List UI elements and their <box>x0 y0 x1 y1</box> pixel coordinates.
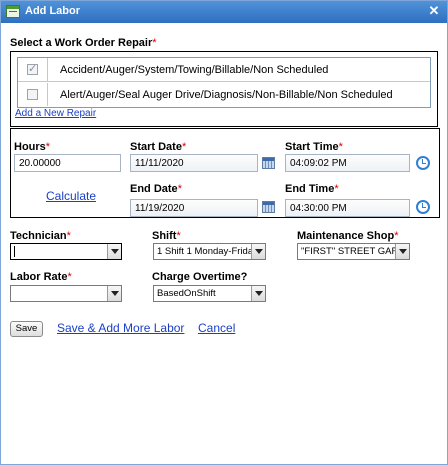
required-mark: * <box>334 183 339 195</box>
required-mark: * <box>181 141 187 153</box>
charge-overtime-label: Charge Overtime? <box>152 271 247 283</box>
add-labor-icon <box>6 5 20 18</box>
start-date-label: Start Date* <box>130 141 186 153</box>
charge-overtime-select[interactable]: BasedOnShift <box>153 285 266 302</box>
hours-label: Hours* <box>14 141 50 153</box>
end-date-label: End Date* <box>130 183 182 195</box>
calculate-link[interactable]: Calculate <box>46 189 96 203</box>
repair-row-text: Alert/Auger/Seal Auger Drive/Diagnosis/N… <box>60 89 393 101</box>
end-time-label: End Time* <box>285 183 339 195</box>
time-section: Hours* 20.00000 Calculate Start Date* 11… <box>10 128 440 218</box>
text-caret <box>14 246 15 257</box>
repair-checkbox-cell <box>18 83 48 106</box>
required-mark: * <box>176 230 181 242</box>
technician-select[interactable] <box>10 243 122 260</box>
cancel-link[interactable]: Cancel <box>198 321 235 335</box>
shift-value: 1 Shift 1 Monday-Frida <box>157 246 251 257</box>
save-add-more-labor-link[interactable]: Save & Add More Labor <box>57 321 184 335</box>
calendar-icon[interactable] <box>262 157 275 169</box>
repair-checkbox[interactable] <box>27 62 38 75</box>
required-mark: * <box>177 183 182 195</box>
save-button[interactable]: Save <box>10 321 43 337</box>
shift-label: Shift* <box>152 230 181 242</box>
repair-section-label-text: Select a Work Order Repair <box>10 37 153 49</box>
shift-label-text: Shift <box>152 230 177 242</box>
required-mark: * <box>338 141 343 153</box>
end-date-label-text: End Date <box>130 183 178 195</box>
required-mark: * <box>152 37 157 49</box>
charge-overtime-label-text: Charge Overtime? <box>152 271 248 283</box>
maintenance-shop-label-text: Maintenance Shop <box>297 230 395 242</box>
maintenance-shop-value: "FIRST" STREET GARAG <box>301 246 395 257</box>
technician-label-text: Technician <box>10 230 67 242</box>
required-mark: * <box>394 230 399 242</box>
repair-checkbox[interactable] <box>27 89 38 100</box>
start-time-input[interactable]: 04:09:02 PM <box>285 154 410 172</box>
required-mark: * <box>67 271 72 283</box>
end-time-input[interactable]: 04:30:00 PM <box>285 199 410 217</box>
repair-checkbox-cell <box>18 58 48 81</box>
repair-list: Accident/Auger/System/Towing/Billable/No… <box>17 57 431 108</box>
chevron-down-icon[interactable] <box>107 286 121 301</box>
repair-section: Accident/Auger/System/Towing/Billable/No… <box>10 51 438 127</box>
chevron-down-icon[interactable] <box>107 244 121 259</box>
chevron-down-icon[interactable] <box>251 244 265 259</box>
chevron-down-icon[interactable] <box>395 244 409 259</box>
add-new-repair-link[interactable]: Add a New Repair <box>15 108 96 119</box>
start-date-label-text: Start Date <box>130 141 182 153</box>
maintenance-shop-select[interactable]: "FIRST" STREET GARAG <box>297 243 410 260</box>
repair-section-label: Select a Work Order Repair* <box>10 37 157 49</box>
hours-label-text: Hours <box>14 141 46 153</box>
start-time-label: Start Time* <box>285 141 343 153</box>
chevron-down-icon[interactable] <box>251 286 265 301</box>
charge-overtime-value: BasedOnShift <box>157 288 216 299</box>
technician-label: Technician* <box>10 230 71 242</box>
title-bar: Add Labor ✕ <box>1 1 447 23</box>
clock-icon[interactable] <box>416 156 430 170</box>
labor-rate-label-text: Labor Rate <box>10 271 68 283</box>
required-mark: * <box>66 230 71 242</box>
start-date-input[interactable]: 11/11/2020 <box>130 154 258 172</box>
start-time-label-text: Start Time <box>285 141 339 153</box>
close-icon[interactable]: ✕ <box>427 4 441 18</box>
required-mark: * <box>45 141 51 153</box>
labor-rate-label: Labor Rate* <box>10 271 72 283</box>
hours-input[interactable]: 20.00000 <box>14 154 121 172</box>
maintenance-shop-label: Maintenance Shop* <box>297 230 398 242</box>
end-time-label-text: End Time <box>285 183 335 195</box>
dialog-title: Add Labor <box>25 5 80 17</box>
labor-rate-select[interactable] <box>10 285 122 302</box>
end-date-input[interactable]: 11/19/2020 <box>130 199 258 217</box>
repair-row[interactable]: Accident/Auger/System/Towing/Billable/No… <box>18 58 430 82</box>
repair-row-text: Accident/Auger/System/Towing/Billable/No… <box>60 64 329 76</box>
shift-select[interactable]: 1 Shift 1 Monday-Frida <box>153 243 266 260</box>
repair-row[interactable]: Alert/Auger/Seal Auger Drive/Diagnosis/N… <box>18 83 430 107</box>
add-labor-dialog: Add Labor ✕ Select a Work Order Repair* … <box>0 0 448 465</box>
calendar-icon[interactable] <box>262 201 275 213</box>
clock-icon[interactable] <box>416 200 430 214</box>
